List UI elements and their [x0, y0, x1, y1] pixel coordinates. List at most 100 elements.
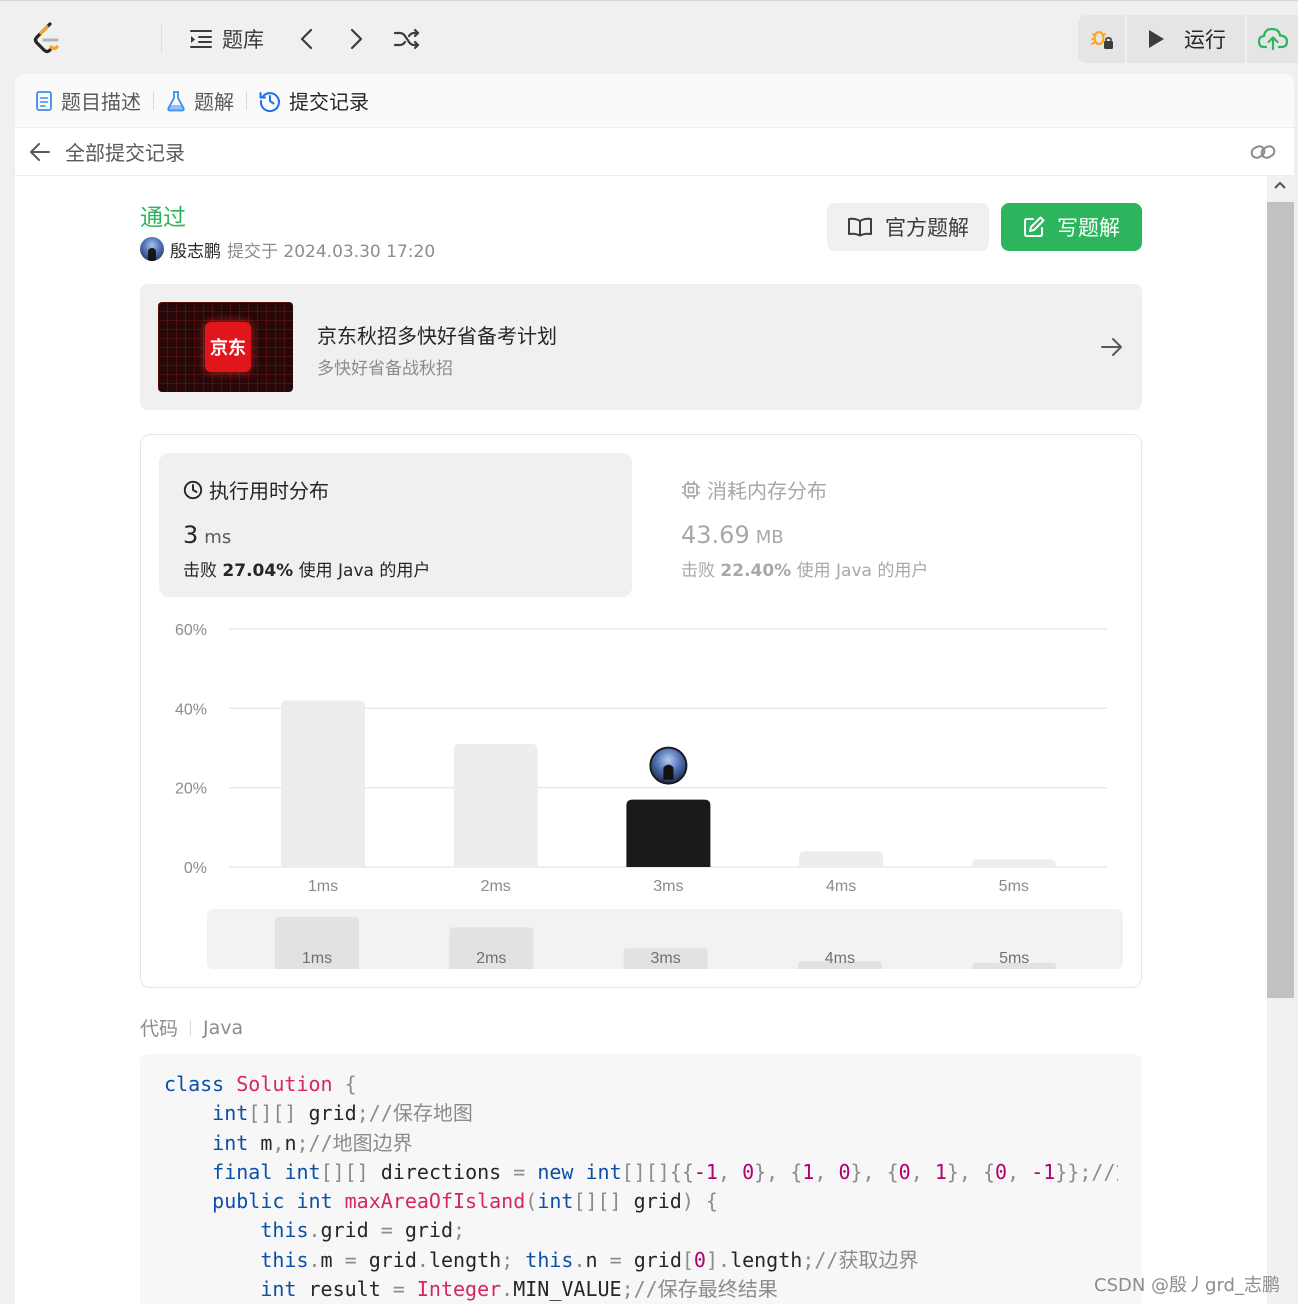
tab-description[interactable]: 题目描述: [35, 74, 141, 128]
problem-bank-button[interactable]: 题库: [190, 23, 264, 55]
scrollbar-thumb[interactable]: [1267, 202, 1294, 998]
runtime-beat: 击败 27.04% 使用 Java 的用户: [183, 556, 430, 581]
random-problem-button[interactable]: [393, 23, 421, 55]
edit-icon: [1024, 216, 1045, 237]
submit-time: 提交于 2024.03.30 17:20: [227, 241, 436, 262]
memory-beat-pct: 22.40%: [720, 561, 792, 581]
play-icon: [1149, 30, 1164, 48]
username[interactable]: 殷志鹏: [170, 237, 221, 262]
y-tick-label: 60%: [175, 622, 207, 639]
overview-tick-label: 1ms: [302, 950, 332, 967]
debug-button[interactable]: [1078, 15, 1125, 63]
y-tick-label: 20%: [175, 781, 207, 798]
code-language-row: 代码 Java: [140, 1014, 243, 1041]
runtime-beat-pct: 27.04%: [222, 561, 294, 581]
run-button[interactable]: 运行: [1127, 15, 1245, 63]
y-tick-label: 40%: [175, 701, 207, 718]
problem-bank-label: 题库: [222, 28, 264, 52]
chevron-left-icon: [300, 28, 313, 50]
write-solution-button[interactable]: 写题解: [1001, 203, 1142, 251]
divider: [153, 91, 154, 110]
divider: [246, 91, 247, 110]
shuffle-icon: [393, 28, 420, 50]
run-label: 运行: [1184, 28, 1226, 52]
runtime-beat-suffix: 使用 Java 的用户: [298, 561, 431, 581]
status-label: 通过: [140, 205, 186, 231]
x-tick-label: 4ms: [826, 878, 856, 895]
scroll-up-icon[interactable]: [1273, 180, 1287, 190]
all-submissions-link[interactable]: 全部提交记录: [65, 137, 185, 166]
flask-icon: [167, 90, 185, 111]
memory-title: 消耗内存分布: [707, 479, 827, 503]
back-row: 全部提交记录: [15, 128, 1294, 176]
x-tick-label: 5ms: [999, 878, 1029, 895]
bar: [971, 859, 1056, 867]
tab-submissions[interactable]: 提交记录: [259, 74, 369, 128]
runtime-distribution-chart[interactable]: 60% 40% 20% 0% 1ms 2ms 3ms 4ms 5ms 1ms 2ms 3ms 4ms 5m…: [141, 605, 1141, 989]
promo-title: 京东秋招多快好省备考计划: [317, 324, 557, 348]
tab-solutions-label: 题解: [194, 90, 234, 114]
runtime-card[interactable]: 执行用时分布 3 ms 击败 27.04% 使用 Java 的用户: [159, 453, 632, 597]
memory-value: 43.69: [681, 521, 750, 549]
promo-subtitle: 多快好省备战秋招: [317, 359, 453, 379]
overview-tick-label: 4ms: [825, 950, 855, 967]
x-tick-label: 1ms: [308, 878, 338, 895]
memory-unit: MB: [755, 527, 784, 548]
divider: [161, 25, 162, 53]
runtime-title: 执行用时分布: [209, 479, 329, 503]
write-solution-label: 写题解: [1057, 216, 1120, 240]
code-language: Java: [203, 1016, 244, 1039]
code-text: class Solution { int[][] grid;//保存地图 int…: [164, 1072, 1118, 1302]
list-icon: [190, 30, 212, 48]
avatar[interactable]: [140, 237, 164, 261]
tab-submissions-label: 提交记录: [289, 90, 369, 114]
tab-bar: 题目描述 题解 提交记录: [15, 74, 1294, 128]
bar: [453, 744, 538, 867]
memory-header: 消耗内存分布: [681, 475, 827, 504]
arrow-left-icon[interactable]: [29, 142, 51, 162]
link-icon[interactable]: [1250, 141, 1276, 163]
memory-card[interactable]: 消耗内存分布 43.69 MB 击败 22.40% 使用 Java 的用户: [657, 453, 1130, 597]
runtime-header: 执行用时分布: [183, 475, 329, 504]
runtime-unit: ms: [204, 527, 232, 548]
chip-icon: [682, 480, 700, 499]
tab-solutions[interactable]: 题解: [166, 74, 234, 128]
bar: [799, 851, 884, 867]
memory-beat: 击败 22.40% 使用 Java 的用户: [681, 556, 928, 581]
bar: [626, 799, 711, 867]
code-label: 代码: [140, 1018, 179, 1040]
overview-tick-label: 2ms: [476, 950, 506, 967]
submit-button[interactable]: [1247, 15, 1298, 63]
x-tick-label: 3ms: [653, 878, 683, 895]
my-position-avatar[interactable]: [649, 746, 688, 785]
performance-card: 执行用时分布 3 ms 击败 27.04% 使用 Java 的用户 消耗内存分布…: [140, 434, 1142, 988]
code-block[interactable]: class Solution { int[][] grid;//保存地图 int…: [140, 1054, 1142, 1304]
tab-description-label: 题目描述: [61, 90, 141, 114]
runtime-value: 3: [183, 521, 199, 549]
leetcode-logo-icon[interactable]: [30, 21, 64, 57]
bar: [281, 700, 365, 867]
clock-icon: [183, 480, 203, 499]
arrow-right-icon: [1101, 338, 1122, 356]
bug-lock-icon: [1090, 31, 1113, 49]
promo-banner[interactable]: 京东 京东秋招多快好省备考计划 多快好省备战秋招: [140, 284, 1142, 410]
memory-value-row: 43.69 MB: [681, 521, 784, 549]
history-icon: [259, 91, 280, 112]
next-problem-button[interactable]: [346, 23, 366, 55]
memory-beat-prefix: 击败: [681, 561, 715, 581]
chevron-right-icon: [350, 28, 363, 50]
divider: [190, 1019, 192, 1036]
submitter-info: 殷志鹏 提交于 2024.03.30 17:20: [140, 236, 435, 262]
y-tick-label: 0%: [184, 860, 207, 877]
overview-tick-label: 3ms: [650, 950, 680, 967]
prev-problem-button[interactable]: [297, 23, 317, 55]
official-solution-label: 官方题解: [885, 216, 969, 240]
promo-image: 京东: [158, 302, 293, 392]
overview-tick-label: 5ms: [999, 950, 1029, 967]
runtime-beat-prefix: 击败: [183, 561, 217, 581]
cloud-upload-icon: [1257, 27, 1288, 51]
jd-logo: 京东: [205, 322, 251, 372]
document-icon: [36, 90, 52, 111]
official-solution-button[interactable]: 官方题解: [827, 203, 989, 251]
watermark: CSDN @殷丿grd_志鹏: [1094, 1275, 1280, 1296]
